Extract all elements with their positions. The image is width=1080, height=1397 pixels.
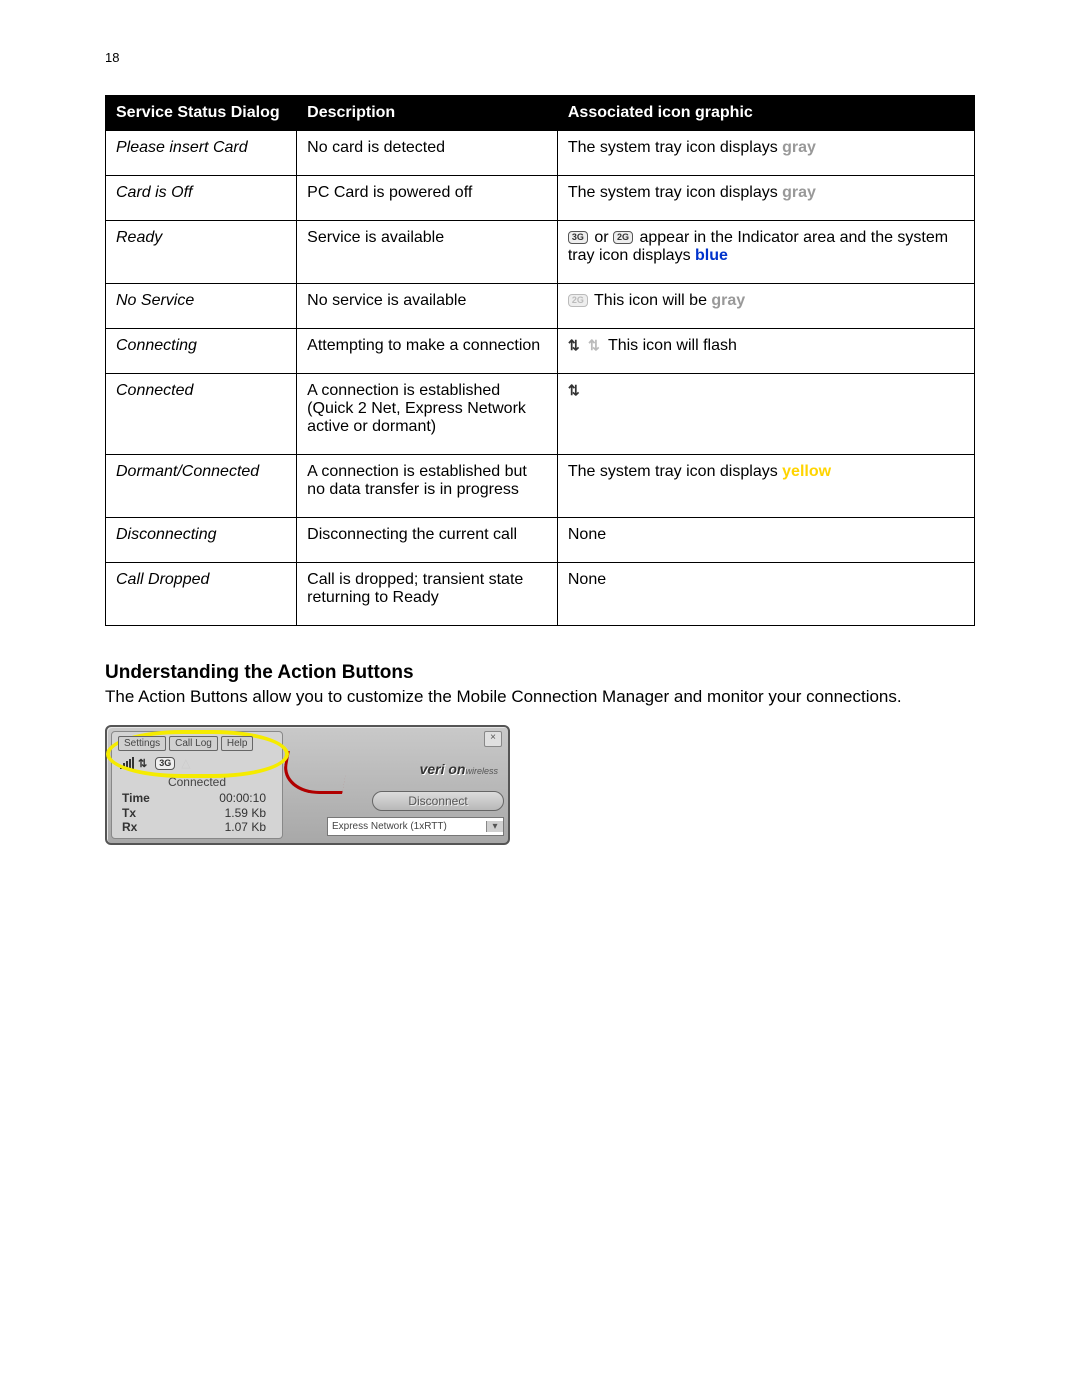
cell-status: Call Dropped	[106, 563, 297, 626]
settings-button[interactable]: Settings	[118, 736, 166, 751]
cell-desc: A connection is established but no data …	[297, 455, 558, 518]
table-row: Card is Off PC Card is powered off The s…	[106, 176, 975, 221]
cell-icon: 2G This icon will be gray	[557, 284, 974, 329]
table-row: Connected A connection is established (Q…	[106, 374, 975, 455]
network-value: Express Network (1xRTT)	[328, 821, 486, 832]
logo-main: veri on	[420, 761, 466, 777]
table-row: No Service No service is available 2G Th…	[106, 284, 975, 329]
icon-text: This icon will be	[594, 292, 711, 309]
cell-desc: PC Card is powered off	[297, 176, 558, 221]
signal-icon	[120, 757, 134, 769]
table-row: Connecting Attempting to make a connecti…	[106, 329, 975, 374]
cell-icon: None	[557, 563, 974, 626]
2g-icon: 2G	[613, 231, 633, 244]
cell-icon: 3G or 2G appear in the Indicator area an…	[557, 221, 974, 284]
cell-icon: None	[557, 518, 974, 563]
calllog-button[interactable]: Call Log	[169, 736, 218, 751]
cell-status: No Service	[106, 284, 297, 329]
cell-icon: The system tray icon displays gray	[557, 131, 974, 176]
table-row: Please insert Card No card is detected T…	[106, 131, 975, 176]
time-key: Time	[118, 791, 177, 805]
cell-status: Card is Off	[106, 176, 297, 221]
arrows-icon: ⇅	[568, 382, 580, 399]
cell-status: Dormant/Connected	[106, 455, 297, 518]
icon-text: The system tray icon displays	[568, 139, 782, 156]
logo-sub: wireless	[465, 766, 498, 776]
section-body: The Action Buttons allow you to customiz…	[105, 686, 975, 707]
cell-desc: Attempting to make a connection	[297, 329, 558, 374]
cell-desc: No card is detected	[297, 131, 558, 176]
rx-key: Rx	[118, 820, 177, 834]
tx-value: 1.59 Kb	[177, 806, 276, 820]
cell-status: Connecting	[106, 329, 297, 374]
section-heading: Understanding the Action Buttons	[105, 662, 975, 684]
cell-desc: Disconnecting the current call	[297, 518, 558, 563]
cell-desc: A connection is established (Quick 2 Net…	[297, 374, 558, 455]
color-word: blue	[695, 247, 728, 264]
network-select[interactable]: Express Network (1xRTT) ▾	[327, 817, 504, 836]
arrows-faded-icon: ⇅	[588, 337, 600, 354]
color-word: gray	[782, 139, 816, 156]
table-row: Call Dropped Call is dropped; transient …	[106, 563, 975, 626]
table-row: Dormant/Connected A connection is establ…	[106, 455, 975, 518]
3g-icon: 3G	[568, 231, 588, 244]
cell-desc: No service is available	[297, 284, 558, 329]
service-status-table: Service Status Dialog Description Associ…	[105, 95, 975, 626]
arrows-icon: ⇅	[138, 757, 147, 770]
page-number: 18	[105, 50, 975, 65]
th-status: Service Status Dialog	[106, 96, 297, 131]
swoosh-icon	[279, 751, 350, 794]
status-panel: Settings Call Log Help ⇅ 3G △ Connected …	[111, 731, 283, 839]
stats: Time00:00:10 Tx1.59 Kb Rx1.07 Kb	[118, 791, 276, 834]
icon-text: This icon will flash	[608, 337, 737, 354]
th-icon: Associated icon graphic	[557, 96, 974, 131]
cell-status: Ready	[106, 221, 297, 284]
status-label: Connected	[118, 775, 276, 789]
cell-desc: Service is available	[297, 221, 558, 284]
cell-icon: The system tray icon displays gray	[557, 176, 974, 221]
indicator-row: ⇅ 3G △	[120, 755, 276, 771]
icon-text: The system tray icon displays	[568, 463, 782, 480]
color-word: gray	[711, 292, 745, 309]
cell-icon: The system tray icon displays yellow	[557, 455, 974, 518]
disconnect-button[interactable]: Disconnect	[372, 791, 504, 811]
help-button[interactable]: Help	[221, 736, 254, 751]
chevron-down-icon[interactable]: ▾	[486, 821, 503, 832]
time-value: 00:00:10	[177, 791, 276, 805]
rx-value: 1.07 Kb	[177, 820, 276, 834]
roaming-icon: △	[181, 756, 190, 770]
th-desc: Description	[297, 96, 558, 131]
3g-icon: 3G	[155, 757, 175, 770]
color-word: gray	[782, 184, 816, 201]
color-word: yellow	[782, 463, 831, 480]
icon-text: or	[594, 229, 613, 246]
cell-desc: Call is dropped; transient state returni…	[297, 563, 558, 626]
cell-status: Disconnecting	[106, 518, 297, 563]
cell-status: Connected	[106, 374, 297, 455]
tx-key: Tx	[118, 806, 177, 820]
icon-text: The system tray icon displays	[568, 184, 782, 201]
table-row: Ready Service is available 3G or 2G appe…	[106, 221, 975, 284]
connection-manager-window: × Settings Call Log Help ⇅ 3G △ Connecte…	[105, 725, 510, 845]
table-row: Disconnecting Disconnecting the current …	[106, 518, 975, 563]
cell-status: Please insert Card	[106, 131, 297, 176]
2g-gray-icon: 2G	[568, 294, 588, 307]
cell-icon: ⇅	[557, 374, 974, 455]
arrows-icon: ⇅	[568, 337, 580, 354]
cell-icon: ⇅ ⇅ This icon will flash	[557, 329, 974, 374]
